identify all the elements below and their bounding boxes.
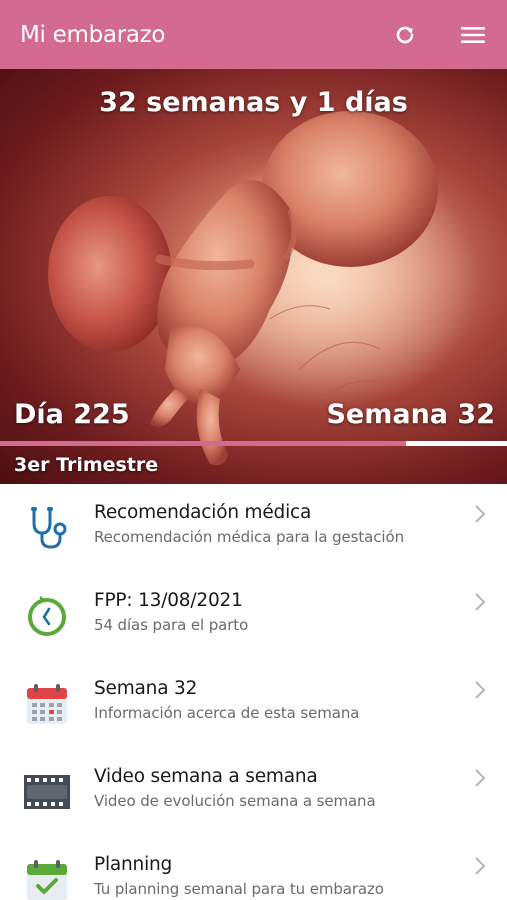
stethoscope-icon [22,503,72,553]
refresh-icon[interactable] [391,21,419,49]
pregnancy-progress-fill [0,441,406,446]
chevron-right-icon [475,681,486,699]
menu-item-subtitle: Video de evolución semana a semana [94,792,376,810]
menu-item-weekly-video[interactable]: Video semana a semana Video de evolución… [0,748,507,836]
menu-item-title: Video semana a semana [94,766,318,787]
trimester-label: 3er Trimestre [14,454,159,476]
day-counter: Día 225 [14,399,130,430]
chevron-right-icon [475,769,486,787]
pregnancy-progress-bar [0,441,507,446]
menu-item-due-date[interactable]: FPP: 13/08/2021 54 días para el parto [0,572,507,660]
chevron-right-icon [475,857,486,875]
menu-item-title: FPP: 13/08/2021 [94,590,243,611]
menu-item-week-info[interactable]: Semana 32 Información acerca de esta sem… [0,660,507,748]
menu-item-subtitle: Información acerca de esta semana [94,704,360,722]
hamburger-menu-icon[interactable] [459,21,487,49]
app-header: Mi embarazo [0,0,507,69]
clock-countdown-icon [22,591,72,641]
menu-item-subtitle: Tu planning semanal para tu embarazo [94,880,384,898]
fetus-hero-banner: 32 semanas y 1 días Día 225 Semana 32 3e… [0,69,507,484]
chevron-right-icon [475,505,486,523]
app-title: Mi embarazo [20,21,166,48]
menu-item-subtitle: 54 días para el parto [94,616,249,634]
calendar-icon [22,679,72,729]
gestation-age-title: 32 semanas y 1 días [99,87,408,118]
film-icon [22,767,72,817]
week-counter: Semana 32 [326,399,495,430]
menu-item-title: Recomendación médica [94,502,312,523]
main-menu-list: Recomendación médica Recomendación médic… [0,484,507,900]
menu-item-subtitle: Recomendación médica para la gestación [94,528,404,546]
calendar-check-icon [22,855,72,900]
menu-item-medical-recommendation[interactable]: Recomendación médica Recomendación médic… [0,484,507,572]
menu-item-title: Semana 32 [94,678,198,699]
menu-item-planning[interactable]: Planning Tu planning semanal para tu emb… [0,836,507,900]
chevron-right-icon [475,593,486,611]
menu-item-title: Planning [94,854,173,875]
